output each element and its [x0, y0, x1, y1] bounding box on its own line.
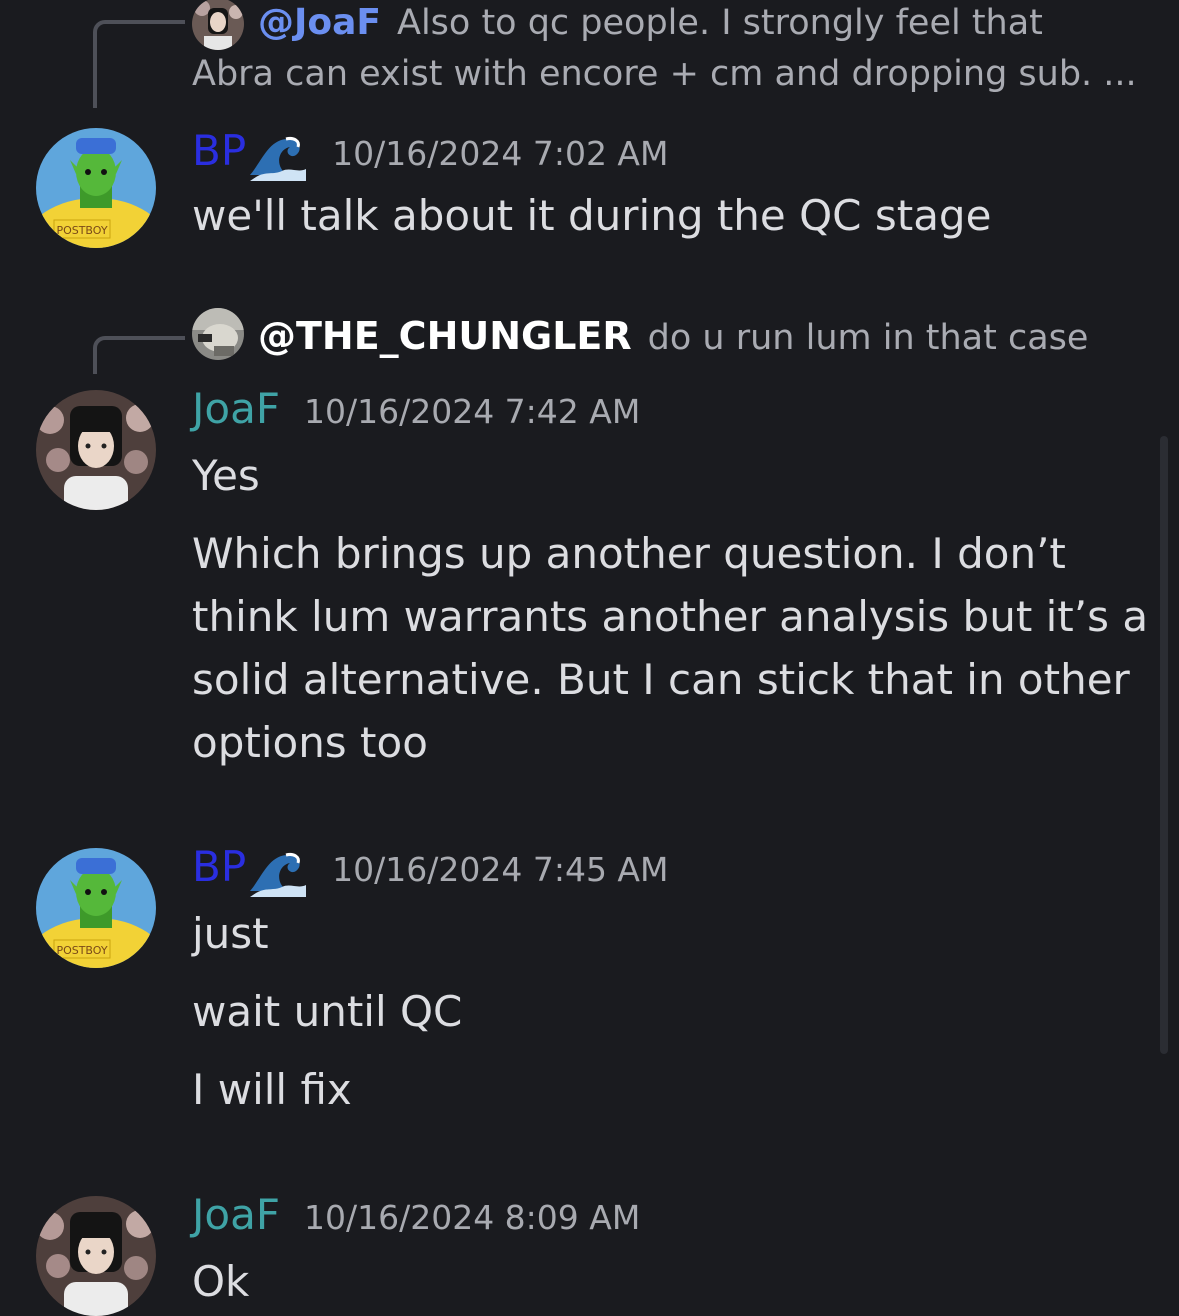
wave-emoji-icon	[250, 137, 307, 181]
reply-preview[interactable]: @JoaF Also to qc people. I strongly feel …	[192, 0, 1152, 100]
message-text: Ok	[192, 1257, 250, 1306]
avatar-joaf[interactable]	[36, 390, 156, 510]
message-text: wait until QC	[192, 987, 463, 1036]
reply-preview[interactable]: @THE_CHUNGLER do u run lum in that case	[192, 308, 1152, 364]
message-text: Yes	[192, 451, 260, 500]
avatar-joaf[interactable]	[36, 1196, 156, 1316]
timestamp: 10/16/2024 7:02 AM	[332, 134, 669, 173]
message-text: just	[192, 909, 269, 958]
reply-avatar-chungler	[192, 308, 244, 360]
reply-text-line1: Also to qc people. I strongly feel that	[397, 3, 1043, 43]
avatar-bp[interactable]: POSTBOY	[36, 848, 156, 968]
username[interactable]: BP	[192, 126, 246, 175]
timestamp: 10/16/2024 7:42 AM	[303, 392, 641, 431]
avatar-badge-text: POSTBOY	[56, 944, 107, 957]
reply-text-line2: Abra can exist with encore + cm and drop…	[192, 54, 1137, 94]
username[interactable]: BP	[192, 842, 246, 891]
reply-mention[interactable]: @THE_CHUNGLER	[258, 314, 632, 358]
username[interactable]: JoaF	[192, 1190, 280, 1239]
wave-emoji-icon	[250, 853, 307, 897]
avatar-bp[interactable]: POSTBOY	[36, 128, 156, 248]
message-text: Which brings up another question. I don’…	[192, 529, 1149, 767]
message-header: BP 10/16/2024 7:45 AM	[192, 842, 668, 902]
username[interactable]: JoaF	[192, 384, 280, 433]
message-header: BP 10/16/2024 7:02 AM	[192, 126, 668, 186]
reply-avatar-joaf	[192, 0, 244, 50]
message-header: JoaF 10/16/2024 7:42 AM	[192, 384, 640, 444]
reply-connector	[93, 20, 185, 108]
message-header: JoaF 10/16/2024 8:09 AM	[192, 1190, 640, 1250]
avatar-badge-text: POSTBOY	[56, 224, 107, 237]
timestamp: 10/16/2024 8:09 AM	[303, 1198, 641, 1237]
reply-mention[interactable]: @JoaF	[258, 2, 381, 43]
message-text: we'll talk about it during the QC stage	[192, 191, 992, 240]
message-text: I will fix	[192, 1065, 352, 1114]
scrollbar[interactable]	[1160, 436, 1168, 1054]
reply-connector	[93, 336, 185, 374]
timestamp: 10/16/2024 7:45 AM	[332, 850, 669, 889]
reply-text: do u run lum in that case	[647, 318, 1089, 358]
